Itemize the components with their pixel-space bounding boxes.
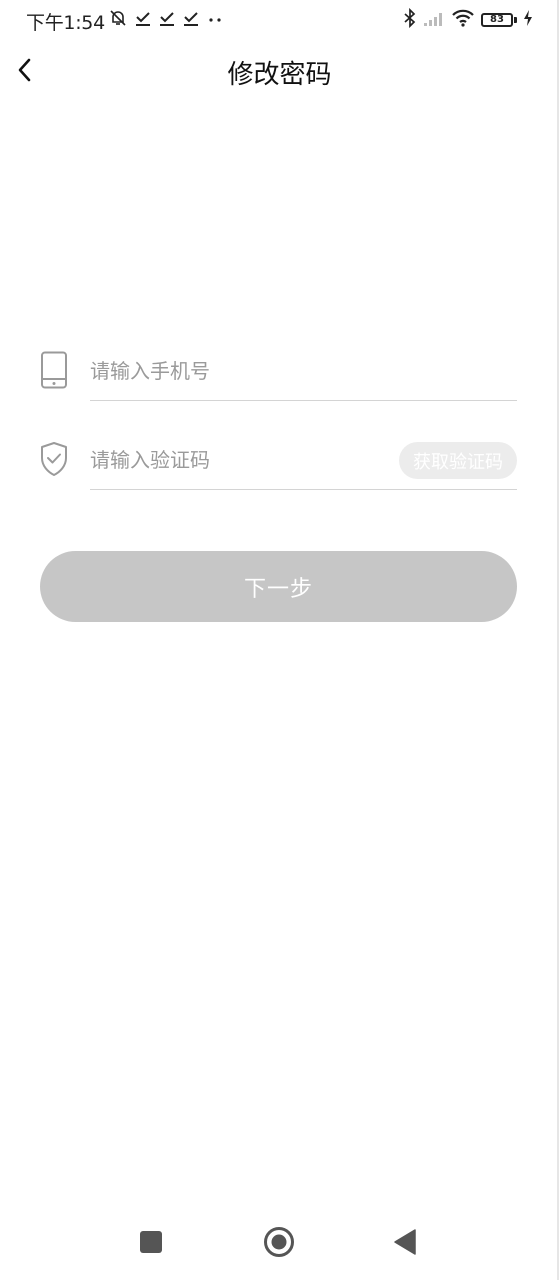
home-button[interactable] — [259, 1226, 299, 1262]
system-nav-bar — [0, 1212, 559, 1276]
status-time: 下午1:54 — [26, 12, 105, 34]
battery-icon: 83 — [481, 13, 517, 27]
wifi-icon — [451, 8, 475, 32]
next-button[interactable]: 下一步 — [40, 551, 517, 622]
phone-input[interactable] — [90, 354, 390, 388]
battery-level: 83 — [490, 14, 504, 25]
download-done-icon — [158, 9, 176, 31]
bluetooth-icon — [403, 7, 417, 32]
status-left-icons — [108, 10, 224, 30]
phone-row — [0, 342, 559, 402]
signal-icon — [423, 9, 445, 31]
phone-divider — [90, 400, 517, 401]
system-back-button[interactable] — [385, 1226, 425, 1262]
circle-home-icon — [263, 1226, 295, 1262]
bell-off-icon — [108, 8, 128, 32]
nav-bar: 修改密码 — [0, 44, 559, 100]
page-title: 修改密码 — [227, 60, 332, 90]
square-icon — [139, 1230, 163, 1258]
get-code-button[interactable]: 获取验证码 — [399, 442, 517, 479]
verification-code-input[interactable] — [90, 443, 380, 477]
triangle-back-icon — [393, 1228, 417, 1260]
more-dots-icon — [206, 9, 224, 31]
recents-button[interactable] — [131, 1226, 171, 1262]
status-right-icons: 83 — [403, 7, 533, 32]
code-row: 获取验证码 — [0, 431, 559, 491]
charging-icon — [523, 9, 533, 31]
download-done-icon — [182, 9, 200, 31]
status-bar: 下午1:54 83 — [0, 0, 559, 40]
shield-check-icon — [38, 439, 70, 479]
code-divider — [90, 489, 517, 490]
phone-icon — [38, 350, 70, 390]
download-done-icon — [134, 9, 152, 31]
